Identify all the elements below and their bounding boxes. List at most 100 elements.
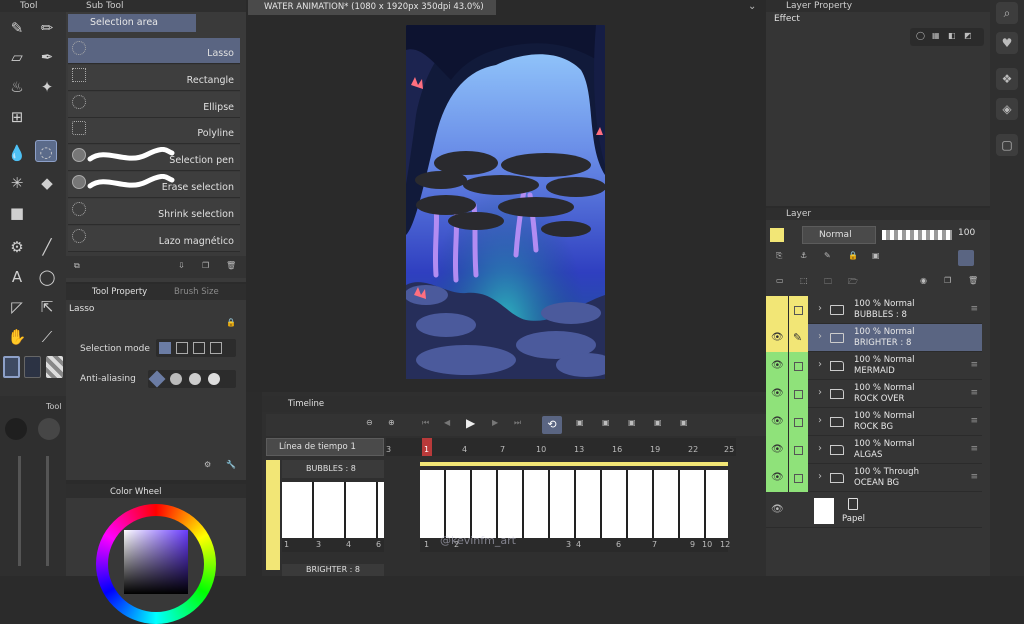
cel-thumbnails-left[interactable] [282, 482, 384, 538]
favorite-icon[interactable]: ♥ [996, 32, 1018, 54]
reference-icon[interactable]: ⚓ [800, 251, 807, 260]
visibility-toggle[interactable]: 👁 [766, 324, 788, 352]
subtool-group-tab[interactable]: Selection area [68, 14, 196, 32]
eye-icon[interactable]: 👁 [771, 504, 784, 515]
add-selection-icon[interactable] [176, 342, 188, 354]
tone-effect-icon[interactable]: ▦ [932, 31, 940, 40]
copy-layer-icon[interactable]: ❐ [944, 276, 951, 285]
drag-handle-icon[interactable]: ≡ [970, 388, 978, 398]
tab-tool-property[interactable]: Tool Property [92, 287, 147, 297]
frame-ruler[interactable]: 3 1 4 7 10 13 16 19 22 25 [386, 438, 736, 456]
next-frame-icon[interactable]: ▶ [492, 418, 498, 427]
cel-thumbnails-right[interactable] [420, 470, 728, 538]
anti-aliasing-buttons[interactable] [148, 370, 236, 388]
drag-handle-icon[interactable]: ≡ [970, 416, 978, 426]
first-frame-icon[interactable]: ⏮ [422, 418, 429, 428]
delete-cel-icon[interactable]: ▣ [654, 418, 662, 427]
expand-arrow-icon[interactable]: › [818, 387, 822, 398]
lock-toggle[interactable] [788, 380, 808, 408]
expand-arrow-icon[interactable]: › [818, 359, 822, 370]
wrench-icon[interactable]: 🔧 [226, 460, 236, 469]
loop-icon[interactable]: ⟲ [542, 416, 562, 434]
lock-toggle[interactable] [788, 408, 808, 436]
aa-weak-icon[interactable] [170, 373, 182, 385]
import-icon[interactable]: ⇩ [178, 261, 185, 270]
lock-toggle[interactable]: ✎ [788, 324, 808, 352]
expand-arrow-icon[interactable]: › [818, 443, 822, 454]
timeline-select[interactable]: Línea de tiempo 1 [266, 438, 384, 456]
visibility-toggle[interactable]: 👁 [766, 408, 788, 436]
navigator-icon[interactable]: ▢ [996, 134, 1018, 156]
hue-ring[interactable] [96, 504, 216, 624]
text-icon[interactable]: A [6, 266, 28, 288]
subtool-magnetic-lasso[interactable]: Lazo magnético [68, 226, 240, 252]
onion-skin-icon[interactable]: ▣ [680, 418, 688, 427]
layer-row-rock-over[interactable]: 👁 › 100 % Normal ROCK OVER ≡ [766, 380, 982, 408]
eyedropper-icon[interactable]: ⟋ [36, 326, 58, 348]
expression-color-icon[interactable]: ◩ [964, 31, 972, 40]
ruler-icon[interactable]: ◸ [6, 296, 28, 318]
layer-row-bubbles[interactable]: › 100 % Normal BUBBLES : 8 ≡ [766, 296, 982, 324]
zoom-in-icon[interactable]: ⊕ [388, 418, 395, 427]
layer-mode-icon[interactable] [958, 250, 974, 266]
subtool-settings-icon[interactable]: ⧉ [74, 261, 80, 271]
play-icon[interactable]: ▶ [466, 416, 475, 430]
drag-handle-icon[interactable]: ≡ [970, 304, 978, 314]
delete-layer-icon[interactable]: 🗑 [968, 276, 978, 285]
intersect-selection-icon[interactable] [210, 342, 222, 354]
operation-icon[interactable]: ⇱ [36, 296, 58, 318]
new-vector-icon[interactable]: ⬚ [800, 276, 808, 285]
subtool-polyline[interactable]: Polyline [68, 118, 240, 144]
mask-icon[interactable]: ▣ [872, 251, 880, 260]
expand-arrow-icon[interactable]: › [818, 471, 822, 482]
drag-handle-icon[interactable]: ≡ [970, 444, 978, 454]
pen-nib-icon[interactable]: ✒ [36, 46, 58, 68]
main-color-swatch[interactable] [3, 356, 20, 378]
aa-none-icon[interactable] [148, 370, 166, 388]
line-icon[interactable]: ╱ [36, 236, 58, 258]
layer-row-mermaid[interactable]: 👁 › 100 % Normal MERMAID ≡ [766, 352, 982, 380]
gradient-icon[interactable]: ■ [6, 202, 28, 224]
visibility-toggle[interactable]: 👁 [766, 380, 788, 408]
new-raster-icon[interactable]: ▭ [776, 276, 784, 285]
expand-arrow-icon[interactable]: › [818, 303, 822, 314]
subtool-shrink-selection[interactable]: Shrink selection [68, 199, 240, 225]
drag-handle-icon[interactable]: ≡ [970, 472, 978, 482]
visibility-toggle[interactable]: 👁 [766, 464, 788, 492]
hand-icon[interactable]: ✋ [6, 326, 28, 348]
visibility-toggle[interactable] [766, 296, 788, 324]
new-folder-icon[interactable]: 🗀 [824, 276, 832, 290]
zoom-out-icon[interactable]: ⊖ [366, 418, 373, 427]
eraser-icon[interactable]: ▱ [6, 46, 28, 68]
grid-icon[interactable]: ⊞ [6, 106, 28, 128]
border-effect-icon[interactable]: ◯ [916, 31, 925, 40]
draft-icon[interactable]: ✎ [824, 251, 831, 260]
pen-icon[interactable]: ✎ [6, 17, 28, 39]
track-header-brighter[interactable]: BRIGHTER : 8 [282, 564, 384, 576]
aa-medium-icon[interactable] [189, 373, 201, 385]
layer-row-brighter[interactable]: 👁 ✎ › 100 % Normal BRIGHTER : 8 [766, 324, 982, 352]
lock-toggle[interactable] [788, 436, 808, 464]
saturation-value-square[interactable] [124, 530, 188, 594]
lasso-tool-icon[interactable]: ◌ [35, 140, 57, 162]
layer-row-algas[interactable]: 👁 › 100 % Normal ALGAS ≡ [766, 436, 982, 464]
new-folder-alt-icon[interactable]: 🗁 [848, 276, 858, 290]
layer-color-swatch[interactable] [770, 228, 784, 242]
duplicate-icon[interactable]: ❐ [202, 261, 209, 270]
new-selection-icon[interactable] [159, 342, 171, 354]
lock-toggle[interactable] [788, 296, 808, 324]
pencil-icon[interactable]: ✏ [36, 17, 58, 39]
visibility-toggle[interactable]: 👁 [766, 352, 788, 380]
specify-cel-icon[interactable]: ▣ [628, 418, 636, 427]
aa-strong-icon[interactable] [208, 373, 220, 385]
layer-row-rock-bg[interactable]: 👁 › 100 % Normal ROCK BG ≡ [766, 408, 982, 436]
subtool-selection-pen[interactable]: Selection pen [68, 145, 240, 171]
opacity-slider[interactable] [882, 230, 952, 240]
chevron-down-icon[interactable]: ⌄ [748, 1, 756, 12]
track-header-bubbles[interactable]: BUBBLES : 8 [282, 460, 384, 478]
track-range-bar[interactable] [420, 462, 728, 466]
color-wheel-title[interactable]: Color Wheel [110, 487, 162, 497]
clip-icon[interactable]: ⎘ [776, 251, 782, 261]
search-icon[interactable]: ⌕ [996, 2, 1018, 24]
subtool-rectangle[interactable]: Rectangle [68, 65, 240, 91]
